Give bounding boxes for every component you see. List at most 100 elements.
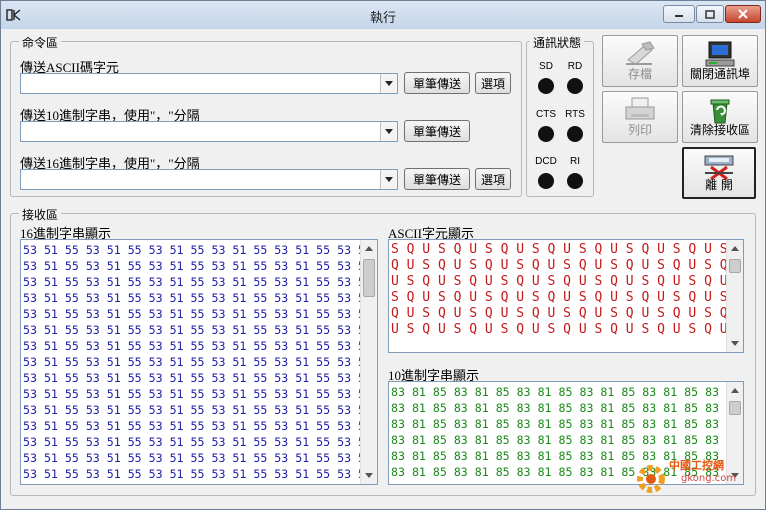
hex-scrollbar[interactable] (360, 240, 377, 484)
hex-line: 53 51 55 53 51 55 53 51 55 53 51 55 53 5… (23, 355, 378, 369)
ascii-line: Q U S Q U S Q U S Q U S Q U S Q U S Q U … (391, 258, 744, 273)
save-button[interactable]: 存檔 (602, 35, 678, 87)
led-label-sd: SD (539, 61, 553, 72)
ascii-display-text: S Q U S Q U S Q U S Q U S Q U S Q U S Q … (391, 242, 744, 338)
hex-line: 53 51 55 53 51 55 53 51 55 53 51 55 53 5… (23, 259, 378, 273)
scroll-down-button[interactable] (361, 467, 377, 484)
ascii-scroll-thumb[interactable] (729, 259, 741, 273)
maximize-icon (705, 9, 715, 19)
hex-line: 53 51 55 53 51 55 53 51 55 53 51 55 53 5… (23, 371, 378, 385)
hex-line: 53 51 55 53 51 55 53 51 55 53 51 55 53 5… (23, 387, 378, 401)
chevron-up-icon (731, 388, 739, 393)
chevron-down-icon (385, 129, 393, 134)
minimize-button[interactable] (663, 5, 695, 23)
hex-line: 53 51 55 53 51 55 53 51 55 53 51 55 53 5… (23, 451, 378, 465)
watermark: 中國工控網 gkong.com (633, 453, 763, 503)
chevron-up-icon (365, 246, 373, 251)
exit-button[interactable]: 離 開 (682, 147, 756, 199)
chevron-down-icon (385, 177, 393, 182)
led-dcd (538, 173, 554, 189)
app-window: 執行 命令區 傳送ASCII碼字元 單筆傳送 選項 傳送10進制字串，使用"，"… (0, 0, 766, 510)
scroll-up-button[interactable] (361, 240, 377, 257)
close-port-label: 關閉通訊埠 (689, 67, 750, 81)
minimize-icon (675, 15, 683, 17)
dec-scroll-thumb[interactable] (729, 401, 741, 415)
hex-line: 53 51 55 53 51 55 53 51 55 53 51 55 53 5… (23, 419, 378, 433)
ascii-scrollbar[interactable] (726, 240, 743, 352)
receive-group-title: 接收區 (19, 206, 62, 223)
led-ri (567, 173, 583, 189)
hex-display-text: 53 51 55 53 51 55 53 51 55 53 51 55 53 5… (23, 242, 378, 482)
dec-line: 83 81 85 83 81 85 83 81 85 83 81 85 83 8… (391, 385, 744, 399)
ascii-options-button[interactable]: 選項 (475, 72, 511, 94)
status-group: 通訊狀態 SD RD CTS RTS DCD RI (526, 34, 594, 197)
led-label-dcd: DCD (535, 156, 557, 167)
clear-receive-label: 清除接收區 (689, 123, 750, 137)
close-port-button[interactable]: 關閉通訊埠 (682, 35, 758, 87)
printer-icon (625, 97, 655, 120)
led-label-rd: RD (567, 61, 583, 72)
hex-line: 53 51 55 53 51 55 53 51 55 53 51 55 53 5… (23, 307, 378, 321)
led-rts (567, 126, 583, 142)
command-group-title: 命令區 (19, 34, 62, 51)
close-button[interactable] (725, 5, 761, 23)
hex-display-area[interactable]: 53 51 55 53 51 55 53 51 55 53 51 55 53 5… (20, 239, 378, 485)
hex-line: 53 51 55 53 51 55 53 51 55 53 51 55 53 5… (23, 339, 378, 353)
ascii-line: S Q U S Q U S Q U S Q U S Q U S Q U S Q … (391, 242, 744, 257)
ascii-send-button[interactable]: 單筆傳送 (404, 72, 470, 94)
hex-line: 53 51 55 53 51 55 53 51 55 53 51 55 53 5… (23, 435, 378, 449)
ascii-display-area[interactable]: S Q U S Q U S Q U S Q U S Q U S Q U S Q … (388, 239, 744, 353)
chevron-down-icon (385, 81, 393, 86)
ascii-line: S Q U S Q U S Q U S Q U S Q U S Q U S Q … (391, 290, 744, 305)
window-title: 執行 (369, 11, 396, 26)
hex-scroll-thumb[interactable] (363, 259, 375, 297)
hex-send-button[interactable]: 單筆傳送 (404, 168, 470, 190)
led-sd (538, 78, 554, 94)
title-bar[interactable]: 執行 (1, 1, 765, 29)
print-label: 列印 (627, 123, 652, 137)
scroll-down-button[interactable] (727, 335, 743, 352)
command-group: 命令區 傳送ASCII碼字元 單筆傳送 選項 傳送10進制字串，使用"，"分隔 … (10, 34, 522, 197)
led-label-rts: RTS (565, 109, 585, 120)
exit-label: 離 開 (705, 178, 733, 192)
hex-send-input[interactable] (20, 169, 398, 190)
scroll-up-button[interactable] (727, 382, 743, 399)
close-icon (738, 9, 748, 19)
hex-line: 53 51 55 53 51 55 53 51 55 53 51 55 53 5… (23, 291, 378, 305)
dec-dropdown-button[interactable] (380, 122, 397, 141)
hex-options-button[interactable]: 選項 (475, 168, 511, 190)
watermark-line1: 中國工控網 (669, 459, 724, 472)
computer-icon (705, 41, 735, 67)
save-icon (626, 41, 655, 65)
maximize-button[interactable] (696, 5, 724, 23)
ascii-dropdown-button[interactable] (380, 74, 397, 93)
dec-line: 83 81 85 83 81 85 83 81 85 83 81 85 83 8… (391, 433, 744, 447)
ascii-line: Q U S Q U S Q U S Q U S Q U S Q U S Q U … (391, 306, 744, 321)
gear-logo-icon (637, 465, 665, 493)
ascii-send-input[interactable] (20, 73, 398, 94)
hex-dropdown-button[interactable] (380, 170, 397, 189)
chevron-up-icon (731, 246, 739, 251)
chevron-down-icon (365, 473, 373, 478)
hex-line: 53 51 55 53 51 55 53 51 55 53 51 55 53 5… (23, 243, 378, 257)
hex-line: 53 51 55 53 51 55 53 51 55 53 51 55 53 5… (23, 323, 378, 337)
led-label-cts: CTS (536, 109, 556, 120)
ascii-line: U S Q U S Q U S Q U S Q U S Q U S Q U S … (391, 274, 744, 289)
led-cts (538, 126, 554, 142)
hex-line: 53 51 55 53 51 55 53 51 55 53 51 55 53 5… (23, 467, 378, 481)
dec-line: 83 81 85 83 81 85 83 81 85 83 81 85 83 8… (391, 417, 744, 431)
ascii-line: U S Q U S Q U S Q U S Q U S Q U S Q U S … (391, 322, 744, 337)
hex-line: 53 51 55 53 51 55 53 51 55 53 51 55 53 5… (23, 275, 378, 289)
dec-send-button[interactable]: 單筆傳送 (404, 120, 470, 142)
dec-send-input[interactable] (20, 121, 398, 142)
hex-line: 53 51 55 53 51 55 53 51 55 53 51 55 53 5… (23, 403, 378, 417)
scroll-up-button[interactable] (727, 240, 743, 257)
dec-line: 83 81 85 83 81 85 83 81 85 83 81 85 83 8… (391, 401, 744, 415)
led-rd (567, 78, 583, 94)
status-group-title: 通訊狀態 (530, 34, 585, 51)
client-area: 命令區 傳送ASCII碼字元 單筆傳送 選項 傳送10進制字串，使用"，"分隔 … (7, 30, 759, 505)
led-label-ri: RI (570, 156, 580, 167)
clear-receive-button[interactable]: 清除接收區 (682, 91, 758, 143)
print-button[interactable]: 列印 (602, 91, 678, 143)
chevron-down-icon (731, 341, 739, 346)
